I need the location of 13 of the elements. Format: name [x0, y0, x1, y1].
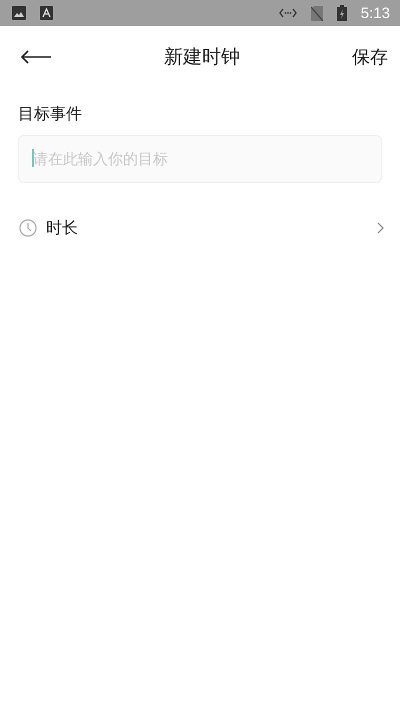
code-icon — [278, 8, 297, 18]
no-sim-icon — [310, 6, 323, 20]
battery-icon — [336, 5, 347, 21]
image-icon — [12, 6, 26, 20]
back-arrow-icon[interactable] — [20, 49, 52, 65]
clock-time: 5:13 — [360, 4, 390, 22]
field-label: 目标事件 — [18, 104, 83, 125]
chevron-right-icon[interactable] — [377, 222, 384, 234]
page-title: 新建时钟 — [163, 45, 241, 70]
clock-icon — [19, 219, 37, 237]
text-notification-icon — [40, 6, 53, 20]
save-button[interactable]: 保存 — [352, 45, 388, 69]
duration-label[interactable]: 时长 — [46, 218, 368, 238]
